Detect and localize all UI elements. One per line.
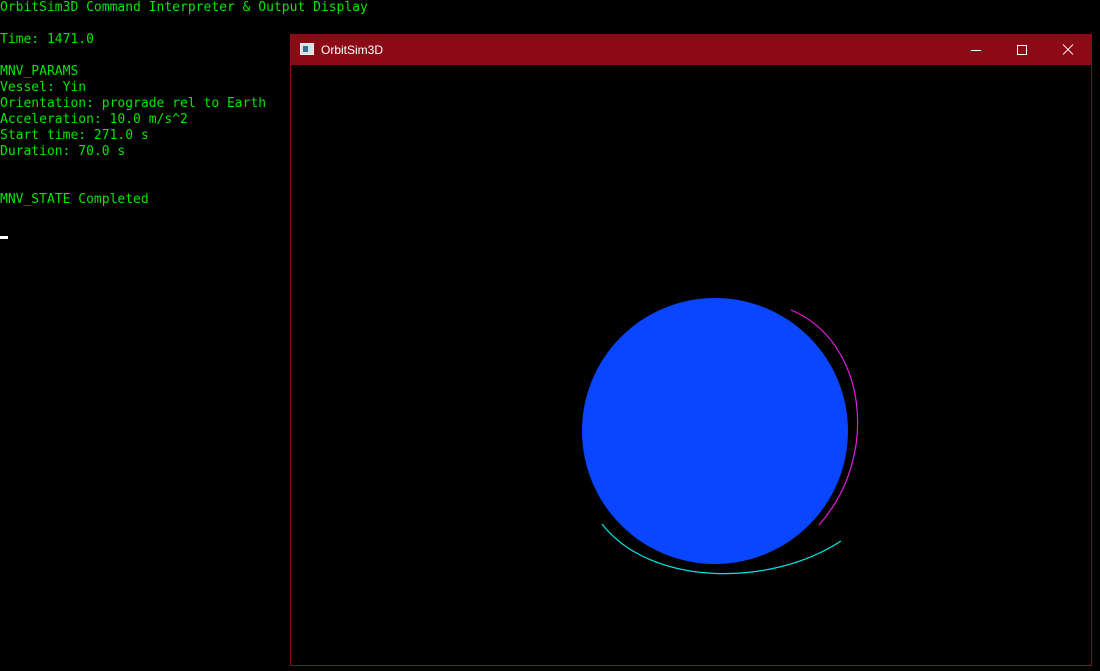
minimize-icon[interactable] (953, 35, 999, 65)
mnv-params-header: MNV_PARAMS (0, 64, 79, 79)
duration-line: Duration: 70.0 s (0, 144, 126, 159)
simulation-time: Time: 1471.0 (0, 32, 94, 47)
vessel-line: Vessel: Yin (0, 80, 87, 95)
orbitsim-window[interactable]: OrbitSim3D (290, 34, 1092, 666)
start-time-line: Start time: 271.0 s (0, 128, 149, 143)
console-input-cursor[interactable] (0, 236, 8, 239)
3d-viewport[interactable] (291, 65, 1091, 665)
acceleration-line: Acceleration: 10.0 m/s^2 (0, 112, 188, 127)
orientation-line: Orientation: prograde rel to Earth (0, 96, 267, 111)
close-icon[interactable] (1045, 35, 1091, 65)
earth-sphere[interactable] (582, 298, 848, 564)
window-title: OrbitSim3D (321, 43, 384, 57)
console-panel: OrbitSim3D Command Interpreter & Output … (0, 0, 368, 671)
window-controls (953, 35, 1091, 65)
mnv-state-line: MNV_STATE Completed (0, 192, 149, 207)
window-titlebar[interactable]: OrbitSim3D (291, 35, 1091, 65)
app-icon[interactable] (300, 43, 314, 55)
console-title: OrbitSim3D Command Interpreter & Output … (0, 0, 368, 15)
maximize-icon[interactable] (999, 35, 1045, 65)
scene-canvas[interactable] (291, 65, 1091, 665)
